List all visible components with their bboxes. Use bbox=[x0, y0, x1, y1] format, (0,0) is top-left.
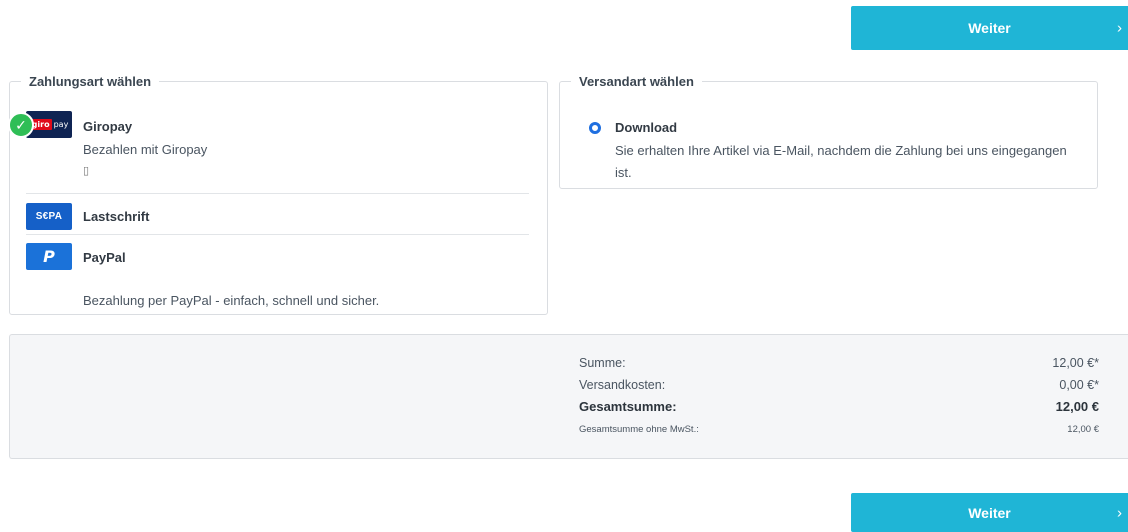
continue-label: Weiter bbox=[968, 504, 1011, 521]
payment-name-lastschrift: Lastschrift bbox=[83, 209, 150, 224]
shipping-name-download: Download bbox=[615, 120, 678, 135]
checkmark-icon: ✓ bbox=[8, 112, 34, 138]
continue-button-bottom[interactable]: Weiter › bbox=[851, 493, 1128, 532]
payment-desc-paypal: Bezahlung per PayPal - einfach, schnell … bbox=[83, 293, 380, 308]
shipping-method-panel: Versandart wählen Download Sie erhalten … bbox=[559, 74, 1098, 189]
continue-button-top[interactable]: Weiter › bbox=[851, 6, 1128, 50]
payment-name-giropay: Giropay bbox=[83, 119, 133, 134]
net-value: 12,00 € bbox=[1067, 424, 1099, 435]
shipping-cost-label: Versandkosten: bbox=[579, 378, 666, 392]
net-label: Gesamtsumme ohne MwSt.: bbox=[579, 424, 699, 435]
divider bbox=[26, 193, 529, 194]
chevron-right-icon: › bbox=[1117, 504, 1122, 521]
payment-option-paypal[interactable]: P PayPal Bezahlung per PayPal - einfach,… bbox=[26, 243, 529, 313]
divider bbox=[26, 234, 529, 235]
chevron-right-icon: › bbox=[1117, 19, 1122, 37]
payment-method-panel: Zahlungsart wählen ✓ giro pay Giropay Bez… bbox=[8, 74, 548, 315]
payment-option-lastschrift[interactable]: S€PA Lastschrift bbox=[26, 203, 529, 233]
total-value: 12,00 € bbox=[1055, 399, 1099, 414]
shipping-desc-line2: ist. bbox=[615, 165, 632, 180]
shipping-legend: Versandart wählen bbox=[579, 74, 694, 89]
sepa-logo: S€PA bbox=[26, 203, 72, 230]
order-summary bbox=[9, 334, 1128, 459]
subtotal-label: Summe: bbox=[579, 356, 626, 370]
giropay-info-icon: ▯ bbox=[83, 165, 90, 177]
payment-desc-giropay: Bezahlen mit Giropay bbox=[83, 142, 208, 157]
continue-label: Weiter bbox=[968, 20, 1011, 36]
paypal-logo: P bbox=[26, 243, 72, 270]
shipping-cost-value: 0,00 €* bbox=[1059, 378, 1099, 392]
payment-name-paypal: PayPal bbox=[83, 250, 126, 265]
subtotal-value: 12,00 €* bbox=[1052, 356, 1099, 370]
payment-option-giropay[interactable]: giro pay Giropay Bezahlen mit Giropay ▯ bbox=[26, 111, 529, 193]
total-label: Gesamtsumme: bbox=[579, 399, 677, 414]
shipping-desc-line1: Sie erhalten Ihre Artikel via E-Mail, na… bbox=[615, 143, 1067, 158]
payment-legend: Zahlungsart wählen bbox=[29, 74, 152, 89]
shipping-radio-download[interactable] bbox=[589, 122, 601, 134]
